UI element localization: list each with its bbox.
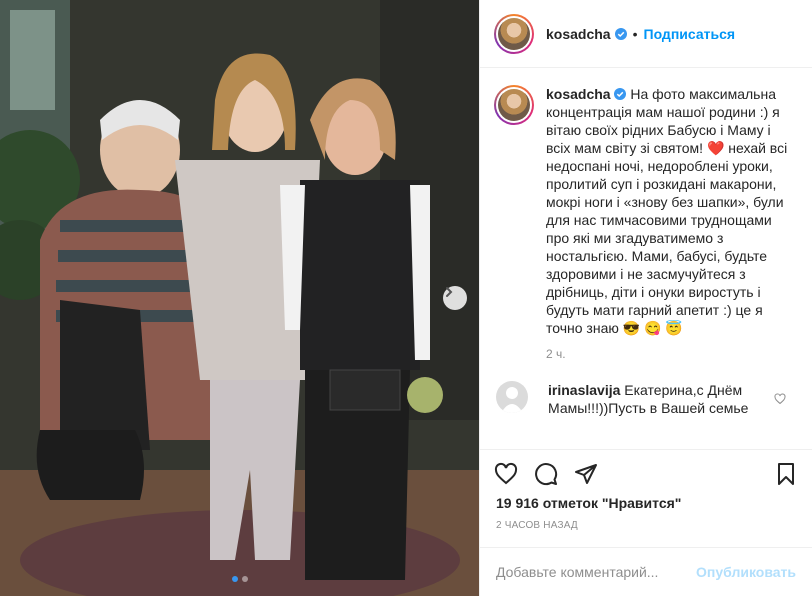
comment-body: irinaslavija Екатерина,с Днём Мамы!!!))П… <box>548 381 778 417</box>
caption-avatar[interactable] <box>494 85 534 125</box>
save-button[interactable] <box>774 462 798 486</box>
comment-button[interactable] <box>534 462 558 486</box>
default-avatar-icon <box>501 387 523 413</box>
add-comment-bar: Опубликовать <box>480 547 812 596</box>
header-separator: • <box>632 25 638 42</box>
like-button[interactable] <box>494 462 518 486</box>
next-photo-button[interactable] <box>443 286 467 310</box>
comment-item: irinaslavija Екатерина,с Днём Мамы!!!))П… <box>494 381 796 417</box>
comment-like-heart-icon[interactable] <box>774 393 786 405</box>
verified-icon <box>614 88 627 100</box>
comment-avatar[interactable] <box>496 381 528 413</box>
photo-illustration <box>0 0 479 596</box>
share-button[interactable] <box>574 462 598 486</box>
action-bar <box>480 449 812 497</box>
post-header: kosadcha • Подписаться <box>480 0 812 68</box>
comment-username[interactable]: irinaslavija <box>548 382 620 398</box>
likes-count[interactable]: 19 916 отметок "Нравится" <box>496 495 681 511</box>
post-photo[interactable] <box>0 0 479 596</box>
post-timestamp[interactable]: 2 ЧАСОВ НАЗАД <box>496 520 578 531</box>
caption-text: На фото максимальна концентрація мам наш… <box>546 86 788 336</box>
caption-username[interactable]: kosadcha <box>546 86 611 102</box>
follow-button[interactable]: Подписаться <box>644 26 736 42</box>
comments-section[interactable]: kosadcha На фото максимальна концентраці… <box>480 69 812 449</box>
publish-button[interactable]: Опубликовать <box>696 564 796 580</box>
header-username[interactable]: kosadcha <box>546 26 611 42</box>
caption: kosadcha На фото максимальна концентраці… <box>494 85 796 337</box>
carousel-dot <box>241 576 248 582</box>
verified-icon <box>614 27 627 40</box>
share-icon <box>575 463 597 484</box>
chevron-right-icon <box>446 287 453 297</box>
avatar[interactable] <box>494 13 534 54</box>
bookmark-icon <box>778 462 794 485</box>
comment-icon <box>535 462 558 485</box>
heart-icon <box>494 462 518 484</box>
carousel-dot <box>231 576 238 582</box>
comment-input[interactable] <box>496 564 697 580</box>
post-sidebar: kosadcha • Подписаться kosadcha На фото … <box>479 0 812 596</box>
carousel-dots <box>0 576 479 582</box>
caption-time[interactable]: 2 ч. <box>546 347 796 361</box>
caption-body: kosadcha На фото максимальна концентраці… <box>546 85 796 337</box>
